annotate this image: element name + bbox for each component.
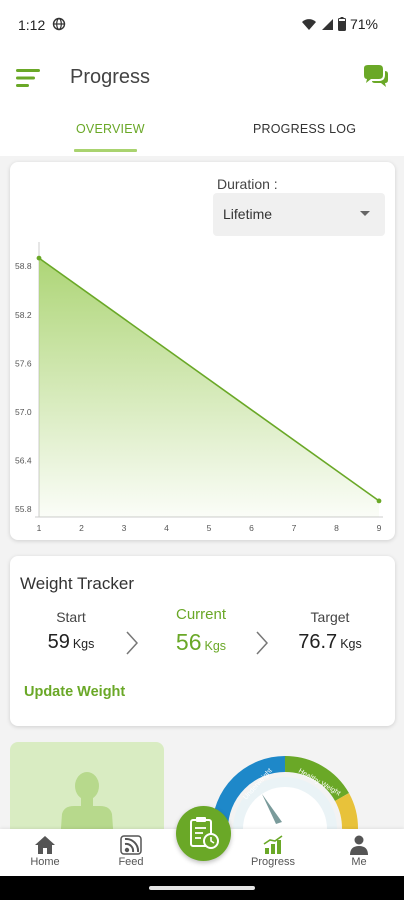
x-tick-label: 9 — [377, 523, 382, 532]
chat-icon[interactable] — [362, 64, 390, 90]
start-label: Start — [56, 609, 86, 625]
status-time: 1:12 — [18, 17, 46, 33]
tab-overview[interactable]: OVERVIEW — [76, 122, 145, 136]
target-unit: Kgs — [340, 637, 362, 651]
duration-selected-value: Lifetime — [223, 206, 273, 222]
progress-icon — [263, 835, 283, 854]
clipboard-clock-icon — [190, 817, 219, 849]
current-weight: Current 56 Kgs — [165, 606, 237, 656]
x-tick-label: 7 — [292, 523, 297, 532]
start-unit: Kgs — [72, 637, 95, 651]
weight-chart-card: Duration : Lifetime 55.8 56.4 57.0 57.6 58.2… — [10, 162, 395, 540]
globe-icon — [52, 17, 66, 31]
battery-icon — [337, 17, 346, 31]
chevron-right-icon — [256, 631, 268, 655]
nav-home[interactable]: Home — [15, 835, 75, 868]
tab-bar: OVERVIEW PROGRESS LOG — [0, 106, 404, 156]
nav-me-label: Me — [351, 856, 367, 868]
data-point-1 — [36, 255, 42, 261]
x-tick-label: 8 — [334, 523, 339, 532]
duration-dropdown[interactable]: Lifetime — [213, 193, 385, 236]
current-value: 56 — [175, 629, 202, 655]
bmi-gauge: Underweight Healthy Weight — [212, 755, 358, 830]
start-value: 59 — [47, 631, 70, 653]
status-bar: 1:12 71% — [0, 0, 404, 50]
y-tick-label: 58.2 — [15, 310, 32, 320]
feed-icon — [120, 835, 142, 855]
chevron-right-icon — [126, 631, 138, 655]
y-tick-label: 58.8 — [15, 261, 32, 271]
data-point-2 — [376, 498, 382, 504]
page-title: Progress — [70, 66, 151, 88]
nav-progress-label: Progress — [250, 856, 296, 868]
signal-icon — [321, 18, 333, 30]
x-tick-label: 2 — [79, 523, 84, 532]
system-gesture-area — [0, 876, 404, 900]
weight-area-chart: 55.8 56.4 57.0 57.6 58.2 58.8 1 2 3 4 5 6 7 8 9 — [15, 242, 383, 532]
update-weight-link[interactable]: Update Weight — [24, 684, 125, 700]
tab-progress-log[interactable]: PROGRESS LOG — [253, 122, 356, 136]
y-tick-label: 57.6 — [15, 358, 32, 368]
nav-home-label: Home — [30, 856, 60, 868]
y-tick-label: 55.8 — [15, 504, 32, 514]
menu-icon[interactable] — [16, 68, 42, 88]
x-tick-label: 3 — [122, 523, 127, 532]
nav-progress[interactable]: Progress — [243, 835, 303, 868]
x-tick-label: 5 — [207, 523, 212, 532]
target-value: 76.7 — [298, 631, 338, 653]
body-silhouette-icon — [60, 772, 114, 842]
current-label: Current — [175, 606, 227, 623]
status-icons: 71% — [301, 16, 378, 32]
wifi-icon — [301, 18, 316, 30]
y-tick-label: 57.0 — [15, 407, 32, 417]
nav-me[interactable]: Me — [329, 835, 389, 868]
person-icon — [350, 835, 368, 855]
target-weight: Target 76.7 Kgs — [292, 609, 368, 654]
log-weight-fab[interactable] — [176, 806, 231, 861]
app-bar: Progress — [0, 50, 404, 106]
duration-label: Duration : — [217, 176, 278, 192]
home-gesture-bar[interactable] — [149, 886, 255, 890]
active-tab-indicator — [74, 149, 137, 152]
target-label: Target — [310, 609, 350, 625]
series-area-fill — [39, 258, 379, 517]
current-unit: Kgs — [204, 639, 227, 653]
chevron-down-icon — [360, 211, 370, 216]
start-weight: Start 59 Kgs — [38, 609, 104, 654]
x-tick-label: 1 — [37, 523, 42, 532]
body-promo-card[interactable] — [10, 742, 164, 842]
nav-feed[interactable]: Feed — [101, 835, 161, 868]
tracker-title: Weight Tracker — [20, 574, 135, 593]
battery-percent: 71% — [349, 16, 378, 32]
x-tick-label: 4 — [164, 523, 169, 532]
x-tick-label: 6 — [249, 523, 254, 532]
nav-feed-label: Feed — [118, 856, 144, 868]
y-tick-label: 56.4 — [15, 455, 32, 465]
weight-tracker-card: Weight Tracker Start 59 Kgs Current 56 Kgs… — [10, 556, 395, 726]
home-icon — [35, 836, 55, 854]
